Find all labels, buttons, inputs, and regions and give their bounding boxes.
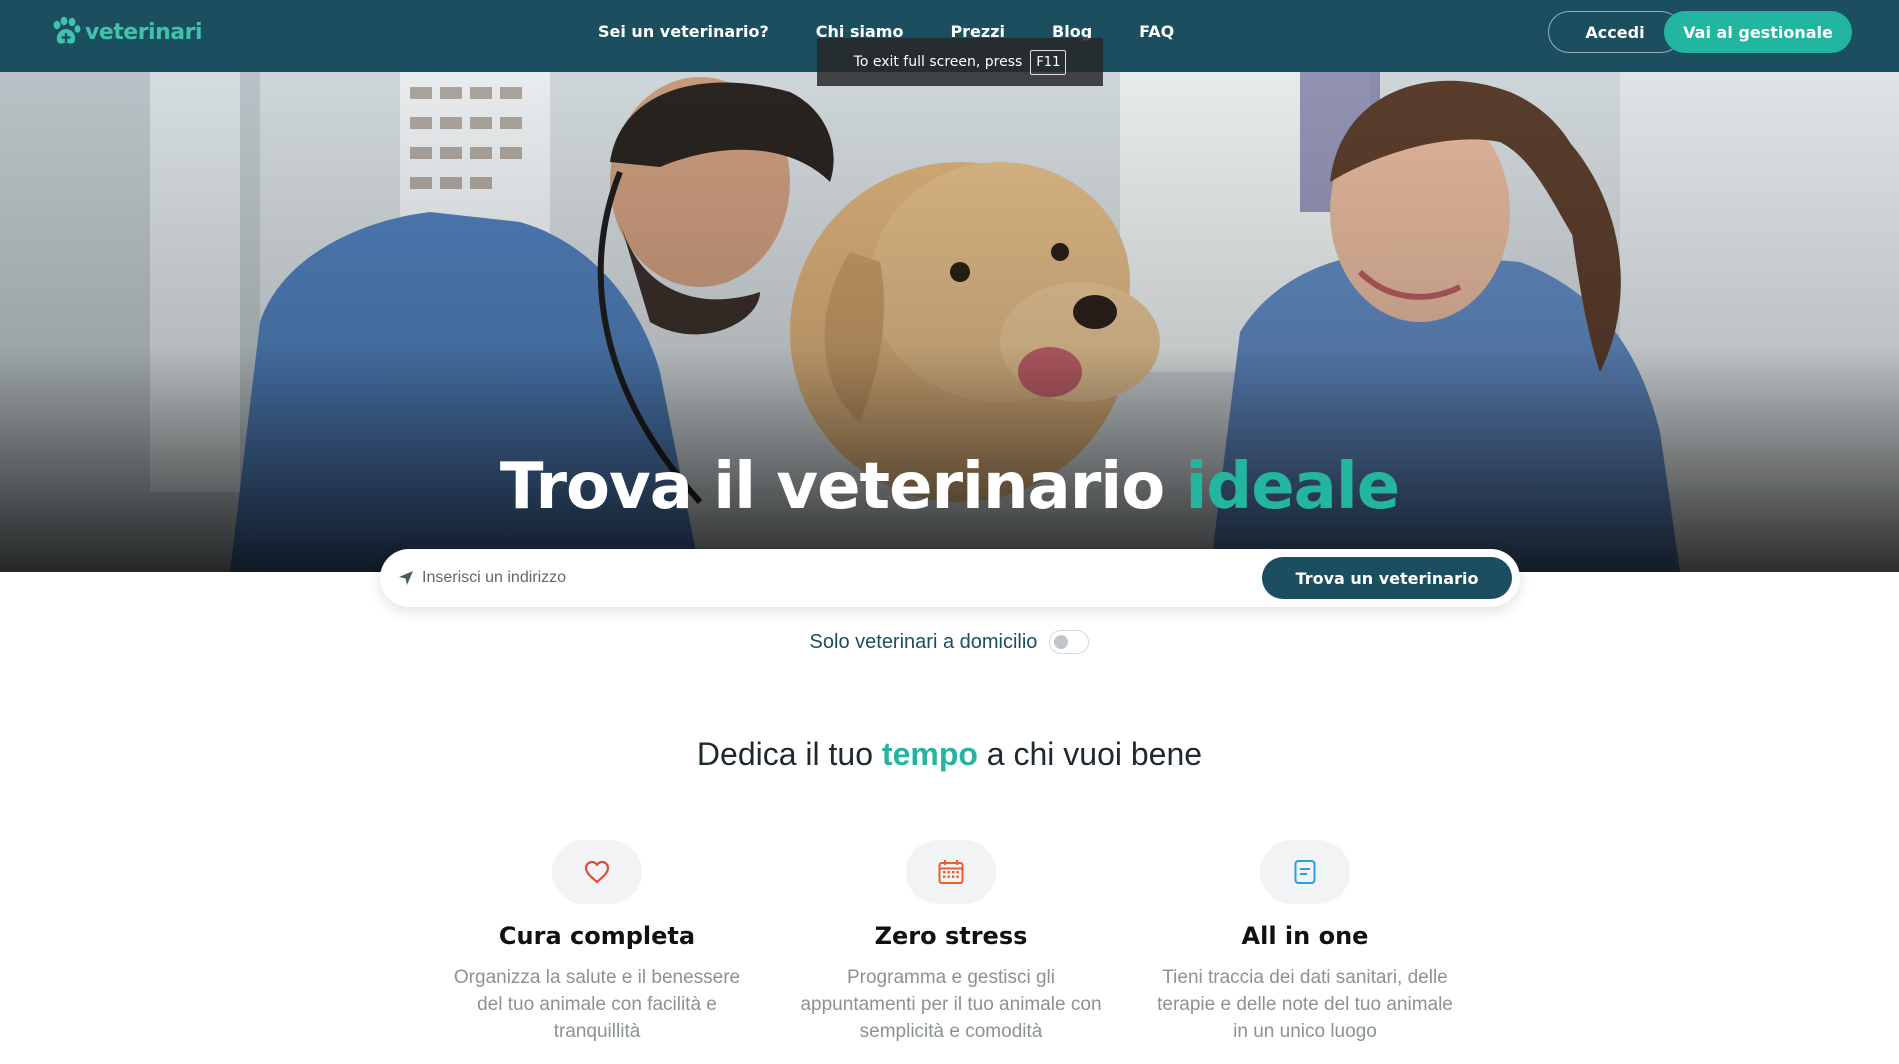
feature-icon-wrap: [1260, 840, 1350, 904]
logo-text: veterinari: [85, 19, 203, 45]
login-button[interactable]: Accedi: [1548, 11, 1682, 53]
nav-item-faq[interactable]: FAQ: [1139, 22, 1174, 41]
management-button[interactable]: Vai al gestionale: [1664, 11, 1852, 53]
note-icon: [1294, 860, 1316, 884]
section-title-after: a chi vuoi bene: [986, 736, 1203, 772]
hero-title-accent: ideale: [1185, 450, 1400, 524]
find-vet-button[interactable]: Trova un veterinario: [1262, 557, 1512, 599]
home-visit-label: Solo veterinari a domicilio: [809, 630, 1038, 653]
hero-title-main: Trova il veterinario: [499, 450, 1165, 524]
nav-item-for-vets[interactable]: Sei un veterinario?: [598, 22, 769, 41]
hero-title: Trova il veterinario ideale: [0, 450, 1899, 524]
feature-description: Programma e gestisci gli appuntamenti pe…: [800, 967, 1102, 1042]
feature-card: Zero stress Programma e gestisci gli app…: [771, 840, 1131, 1045]
home-visit-toggle[interactable]: [1049, 630, 1090, 654]
section-title-accent: tempo: [881, 736, 978, 772]
logo[interactable]: veterinari: [50, 16, 203, 48]
feature-icon-wrap: [552, 840, 642, 904]
toggle-knob: [1054, 635, 1069, 649]
fullscreen-notice: To exit full screen, press F11: [817, 38, 1103, 86]
feature-title: Cura completa: [498, 922, 696, 950]
section-title: Dedica il tuo tempo a chi vuoi bene: [0, 736, 1899, 773]
feature-title: All in one: [1241, 922, 1369, 950]
section-title-before: Dedica il tuo: [696, 736, 874, 772]
feature-description: Organizza la salute e il benessere del t…: [453, 967, 741, 1042]
paw-logo-icon: [53, 16, 81, 44]
address-input[interactable]: [422, 563, 1222, 593]
feature-title: Zero stress: [874, 922, 1028, 950]
address-search-bar: Trova un veterinario: [380, 549, 1520, 607]
hero-banner: Trova il veterinario ideale: [0, 72, 1899, 572]
location-arrow-icon: [399, 571, 413, 585]
feature-card: All in one Tieni traccia dei dati sanita…: [1125, 840, 1485, 1045]
fullscreen-key: F11: [1030, 49, 1067, 75]
home-visit-filter: Solo veterinari a domicilio: [0, 630, 1899, 654]
feature-icon-wrap: [906, 840, 996, 904]
feature-card: Cura completa Organizza la salute e il b…: [417, 840, 777, 1045]
feature-description: Tieni traccia dei dati sanitari, delle t…: [1157, 967, 1453, 1042]
fullscreen-notice-text: To exit full screen, press: [853, 54, 1023, 70]
calendar-icon: [938, 860, 964, 884]
heart-icon: [584, 860, 610, 884]
